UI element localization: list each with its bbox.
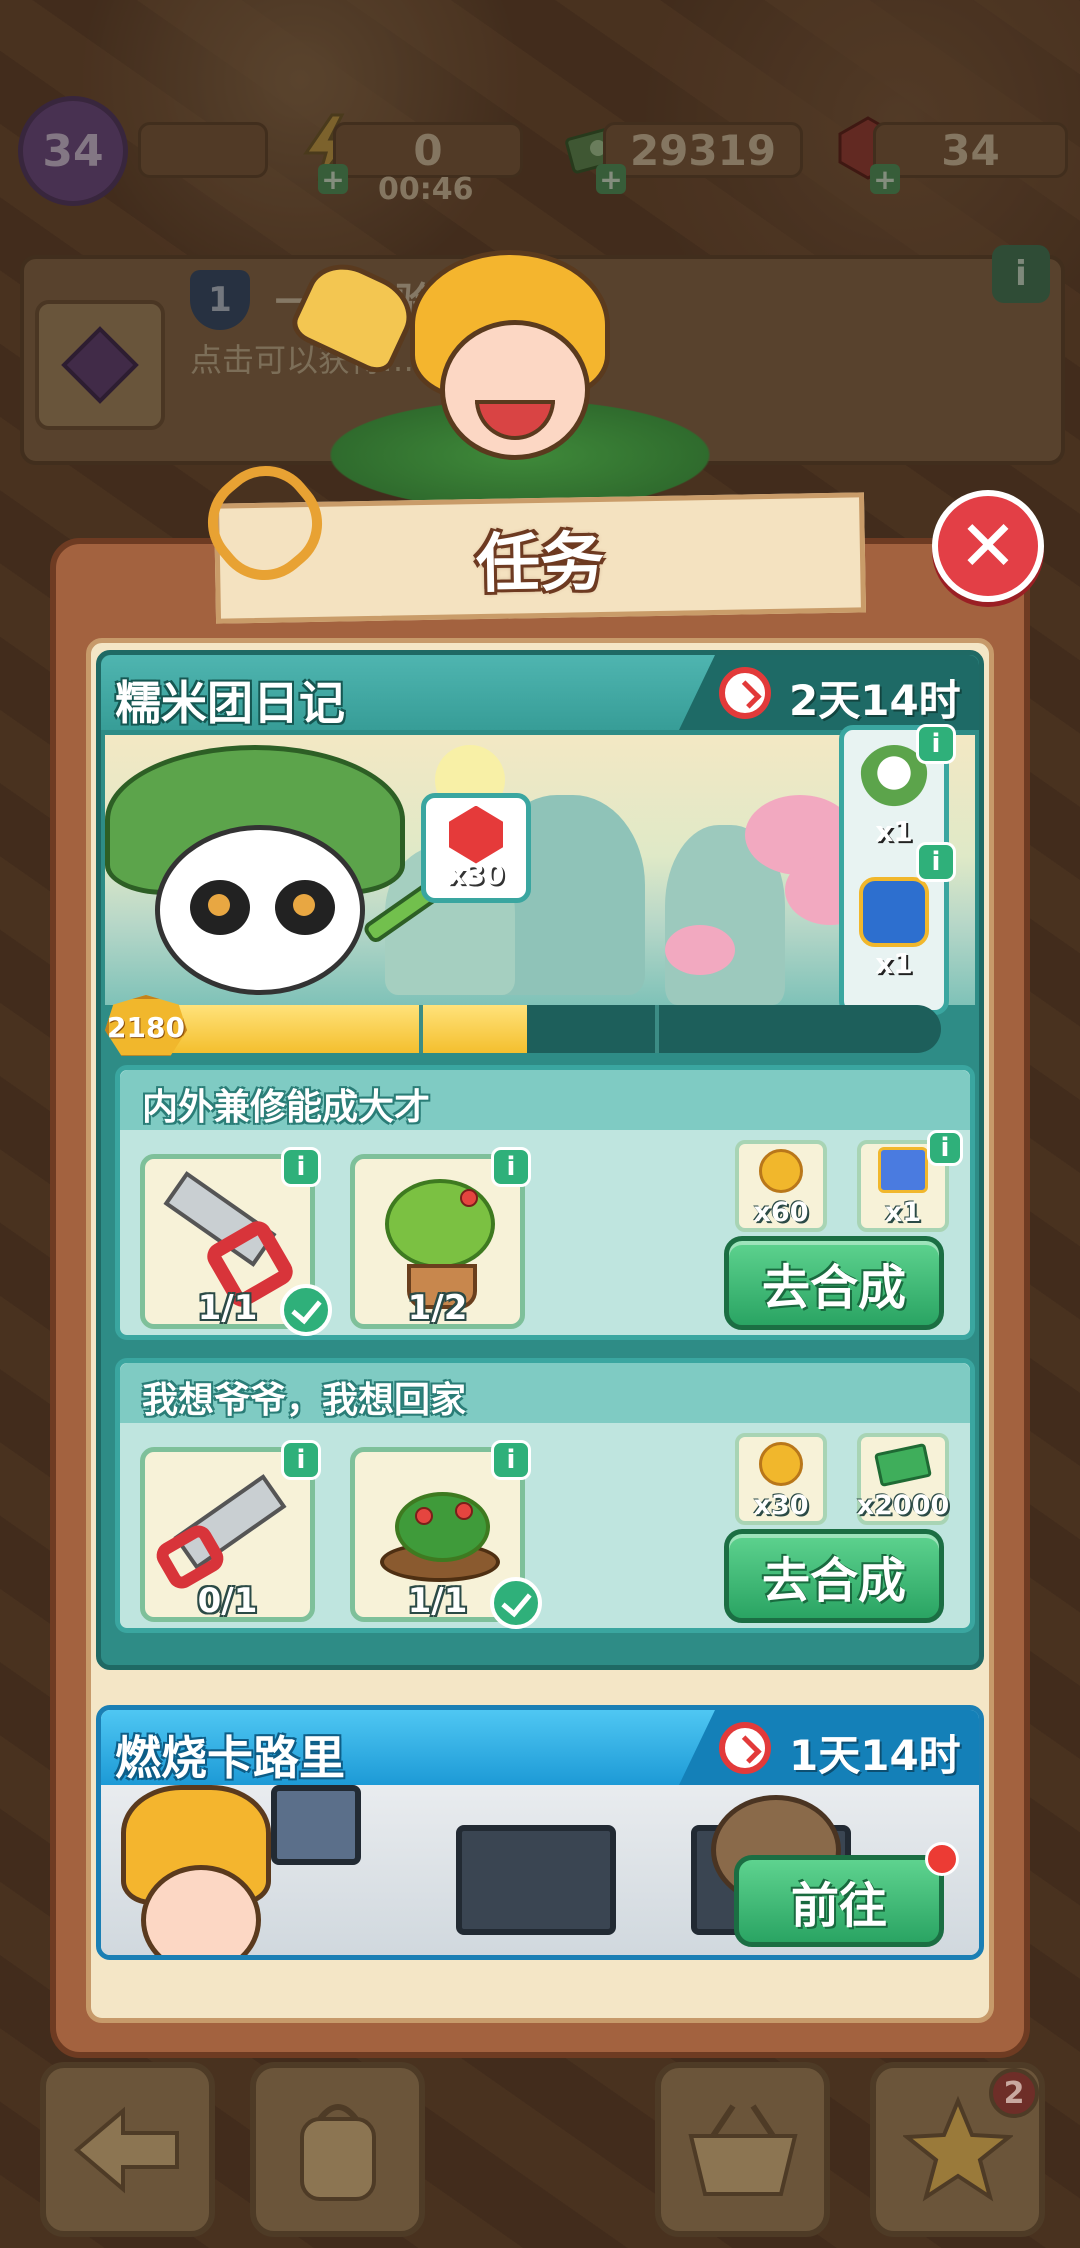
reward-count: x1 bbox=[884, 1197, 922, 1228]
event-timer: 2天14时 bbox=[789, 676, 961, 725]
info-icon[interactable]: i bbox=[491, 1440, 531, 1480]
check-icon bbox=[280, 1284, 332, 1336]
notification-dot bbox=[925, 1842, 959, 1876]
event-timer: 1天14时 bbox=[789, 1731, 961, 1780]
reward-item[interactable]: x2000 bbox=[857, 1433, 949, 1525]
monitor bbox=[456, 1825, 616, 1935]
panda-eye bbox=[190, 880, 250, 935]
reward-item[interactable]: x1 i bbox=[857, 1130, 963, 1232]
event-timer-box: 1天14时 bbox=[679, 1710, 979, 1785]
clock-icon bbox=[719, 667, 771, 719]
cherry-blossom bbox=[665, 925, 735, 975]
close-button[interactable]: ✕ bbox=[932, 490, 1044, 602]
gold-coin-icon bbox=[759, 1442, 803, 1486]
requirement-item[interactable]: 1/1 i bbox=[350, 1440, 542, 1629]
synthesize-button[interactable]: 去合成 bbox=[724, 1236, 944, 1330]
requirement-item[interactable]: 1/2 i bbox=[350, 1147, 531, 1329]
requirement-progress: 1/2 bbox=[407, 1288, 468, 1328]
back-arrow-icon[interactable] bbox=[40, 2062, 215, 2237]
final-rewards: x1 x1 i i bbox=[839, 724, 956, 1015]
quest-title: 我想爷爷，我想回家 bbox=[142, 1380, 467, 1421]
info-icon[interactable]: i bbox=[916, 842, 956, 882]
reward-count: x30 bbox=[753, 1490, 809, 1521]
requirement-item[interactable]: 1/1 i bbox=[140, 1147, 332, 1336]
event-header: 糯米团日记 2天14时 bbox=[101, 655, 979, 730]
quest-card: 内外兼修能成大才 1/1 i 1/2 i x60 x1 i 去合成 bbox=[115, 1065, 975, 1340]
gold-coin-icon bbox=[759, 1149, 803, 1193]
reward-item[interactable]: x30 bbox=[735, 1433, 827, 1525]
treasure-chest-icon bbox=[859, 877, 929, 947]
progress-tick bbox=[655, 1005, 659, 1053]
panda-character bbox=[155, 825, 365, 995]
info-icon[interactable]: i bbox=[927, 1130, 963, 1166]
berry bbox=[455, 1502, 473, 1520]
gift-box-icon bbox=[878, 1147, 928, 1193]
requirement-progress: 0/1 bbox=[197, 1581, 258, 1621]
progress-fill bbox=[141, 1005, 528, 1053]
quest-title: 内外兼修能成大才 bbox=[142, 1087, 431, 1128]
info-icon[interactable]: i bbox=[281, 1147, 321, 1187]
event-title: 糯米团日记 bbox=[115, 676, 345, 730]
clock-icon bbox=[719, 1722, 771, 1774]
milestone-reward[interactable]: x30 bbox=[421, 793, 531, 903]
berry bbox=[415, 1507, 433, 1525]
event-title: 燃烧卡路里 bbox=[115, 1731, 345, 1785]
red-gem-icon bbox=[449, 805, 503, 864]
backpack-icon[interactable] bbox=[250, 2062, 425, 2237]
shop-basket-icon[interactable] bbox=[655, 2062, 830, 2237]
quest-card: 我想爷爷，我想回家 0/1 i 1/1 i x30 x2000 去合成 bbox=[115, 1358, 975, 1633]
panda-eye bbox=[275, 880, 335, 935]
reward-item[interactable]: x60 bbox=[735, 1140, 827, 1232]
notification-badge: 2 bbox=[989, 2068, 1039, 2118]
progress-track bbox=[141, 1005, 941, 1053]
event-header: 燃烧卡路里 1天14时 bbox=[101, 1710, 979, 1785]
requirement-item[interactable]: 0/1 i bbox=[140, 1440, 321, 1622]
berry bbox=[460, 1189, 478, 1207]
quest-header: 内外兼修能成大才 bbox=[120, 1070, 970, 1130]
hero-character bbox=[370, 250, 670, 510]
modal-title: 任务 bbox=[475, 525, 605, 603]
check-icon bbox=[490, 1577, 542, 1629]
reward-count: x2000 bbox=[856, 1490, 950, 1521]
bottom-nav: 2 bbox=[0, 2050, 1080, 2248]
wall-window bbox=[271, 1785, 361, 1865]
info-icon[interactable]: i bbox=[491, 1147, 531, 1187]
cash-stack-icon bbox=[874, 1442, 932, 1488]
info-icon[interactable]: i bbox=[916, 724, 956, 764]
bonsai-tree-icon bbox=[385, 1179, 495, 1269]
reward-count: x60 bbox=[753, 1197, 809, 1228]
star-icon[interactable]: 2 bbox=[870, 2062, 1045, 2237]
info-icon[interactable]: i bbox=[281, 1440, 321, 1480]
event-timer-box: 2天14时 bbox=[679, 655, 979, 730]
tier-reward-chest[interactable]: x1 bbox=[852, 870, 936, 980]
event-burn-calories: 燃烧卡路里 1天14时 前往 bbox=[96, 1705, 984, 1960]
tier-reward-count: x1 bbox=[875, 815, 913, 848]
berry-bush-icon bbox=[395, 1492, 490, 1562]
score-value: 2180 bbox=[107, 1010, 185, 1044]
event-panda-diary: 糯米团日记 2天14时 x30 x1 x1 i i 2180 内外兼修能成大才 … bbox=[96, 650, 984, 1670]
goto-button[interactable]: 前往 bbox=[734, 1855, 944, 1947]
quest-header: 我想爷爷，我想回家 bbox=[120, 1363, 970, 1423]
synthesize-button[interactable]: 去合成 bbox=[724, 1529, 944, 1623]
progress-tick bbox=[419, 1005, 423, 1053]
